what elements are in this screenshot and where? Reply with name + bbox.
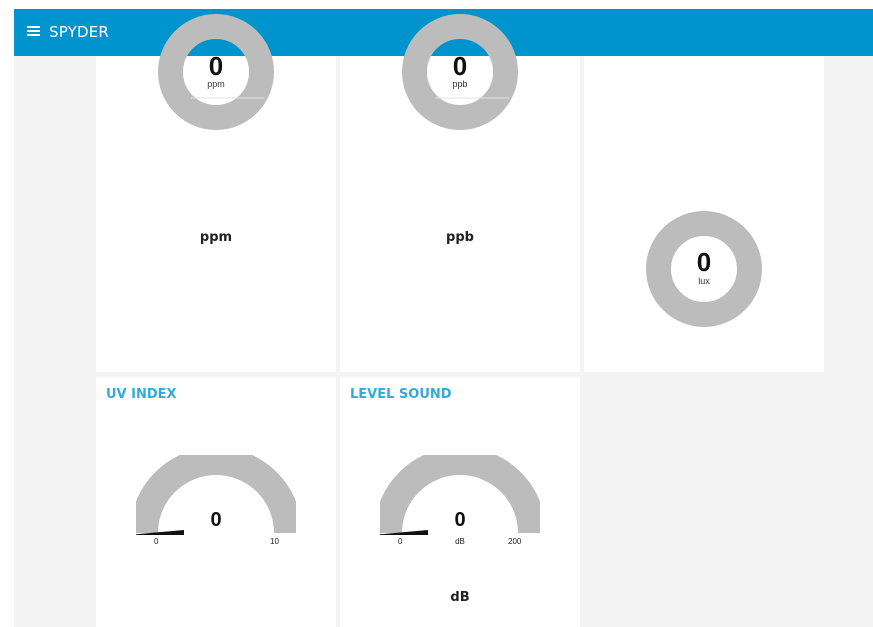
ppm-donut-gauge: 0 ppm [158,14,274,130]
ppm-label: ppm [199,230,233,245]
level-sound-gauge-arc [380,455,540,535]
dashboard-frame: SPYDER 0 ppm ppm 0 ppb ppb 0 lux UV INDE… [14,9,873,627]
uv-index-card: UV INDEX 0 0 10 [96,377,336,627]
uv-index-max-label: 10 [270,537,279,546]
level-sound-title: LEVEL SOUND [350,387,452,402]
ppm-card: 0 ppm ppm [96,14,336,372]
ppb-value: 0 [452,51,468,81]
lux-value: 0 [696,247,712,277]
app-title: SPYDER [49,23,110,41]
lux-card: 0 lux [584,56,824,372]
ppb-donut-gauge: 0 ppb [402,14,518,130]
level-sound-value: 0 [454,509,466,531]
uv-index-title: UV INDEX [106,387,177,402]
ppb-unit: ppb [452,79,468,89]
level-sound-max-label: 200 [508,537,522,546]
level-sound-min-label: 0 [398,537,403,546]
uv-index-gauge: 0 0 10 [136,455,296,550]
hamburger-menu-icon[interactable] [27,24,41,38]
lux-unit: lux [698,276,710,286]
uv-index-gauge-arc [136,455,296,535]
uv-index-value: 0 [210,509,222,531]
level-sound-card: LEVEL SOUND 0 dB 0 200 dB [340,377,580,627]
ppb-label: ppb [446,230,474,245]
level-sound-gauge: 0 dB 0 200 [380,455,540,550]
lux-donut-gauge: 0 lux [646,211,762,327]
ppb-card: 0 ppb ppb [340,14,580,372]
level-sound-label: dB [450,590,470,605]
ppm-unit: ppm [207,79,225,89]
ppm-value: 0 [208,51,224,81]
uv-index-min-label: 0 [154,537,159,546]
